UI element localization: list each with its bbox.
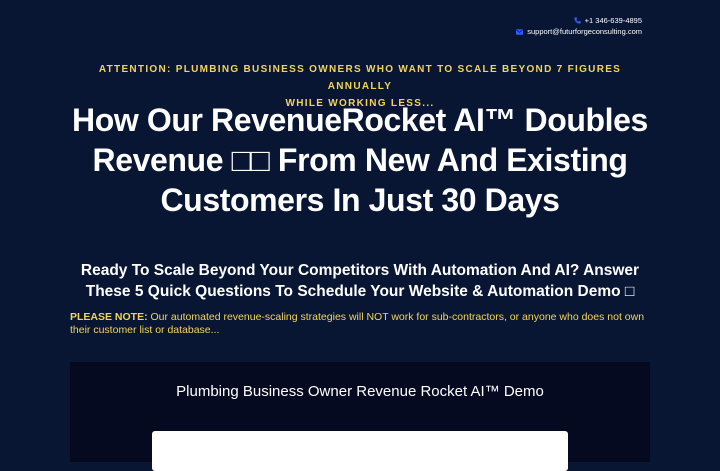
page-headline: How Our RevenueRocket AI™ Doubles Revenu… xyxy=(60,100,660,220)
phone-number[interactable]: +1 346-639-4895 xyxy=(585,15,642,26)
form-title: Plumbing Business Owner Revenue Rocket A… xyxy=(176,383,544,400)
note-text: Our automated revenue-scaling strategies… xyxy=(70,311,645,336)
email-row[interactable]: support@futurforgeconsulting.com xyxy=(516,26,642,37)
contact-info: +1 346-639-4895 support@futurforgeconsul… xyxy=(516,15,642,37)
phone-row[interactable]: +1 346-639-4895 xyxy=(516,15,642,26)
subhead-line-1: Ready To Scale Beyond Your Competitors W… xyxy=(80,262,640,279)
form-card[interactable] xyxy=(152,431,568,471)
demo-form-panel: Plumbing Business Owner Revenue Rocket A… xyxy=(70,362,650,471)
subhead-line-2: These 5 Quick Questions To Schedule Your… xyxy=(85,283,635,300)
please-note: PLEASE NOTE: Our automated revenue-scali… xyxy=(70,311,650,337)
email-address[interactable]: support@futurforgeconsulting.com xyxy=(527,26,642,37)
headline-line-1: How Our RevenueRocket AI™ Doubles xyxy=(72,102,648,138)
phone-icon xyxy=(574,17,581,24)
headline-line-3: Customers In Just 30 Days xyxy=(160,182,560,218)
envelope-icon xyxy=(516,28,524,35)
note-label: PLEASE NOTE: xyxy=(70,311,148,323)
subheadline: Ready To Scale Beyond Your Competitors W… xyxy=(70,260,650,302)
headline-line-2: Revenue □□ From New And Existing xyxy=(92,142,628,178)
attention-line-1: ATTENTION: PLUMBING BUSINESS OWNERS WHO … xyxy=(98,64,622,92)
